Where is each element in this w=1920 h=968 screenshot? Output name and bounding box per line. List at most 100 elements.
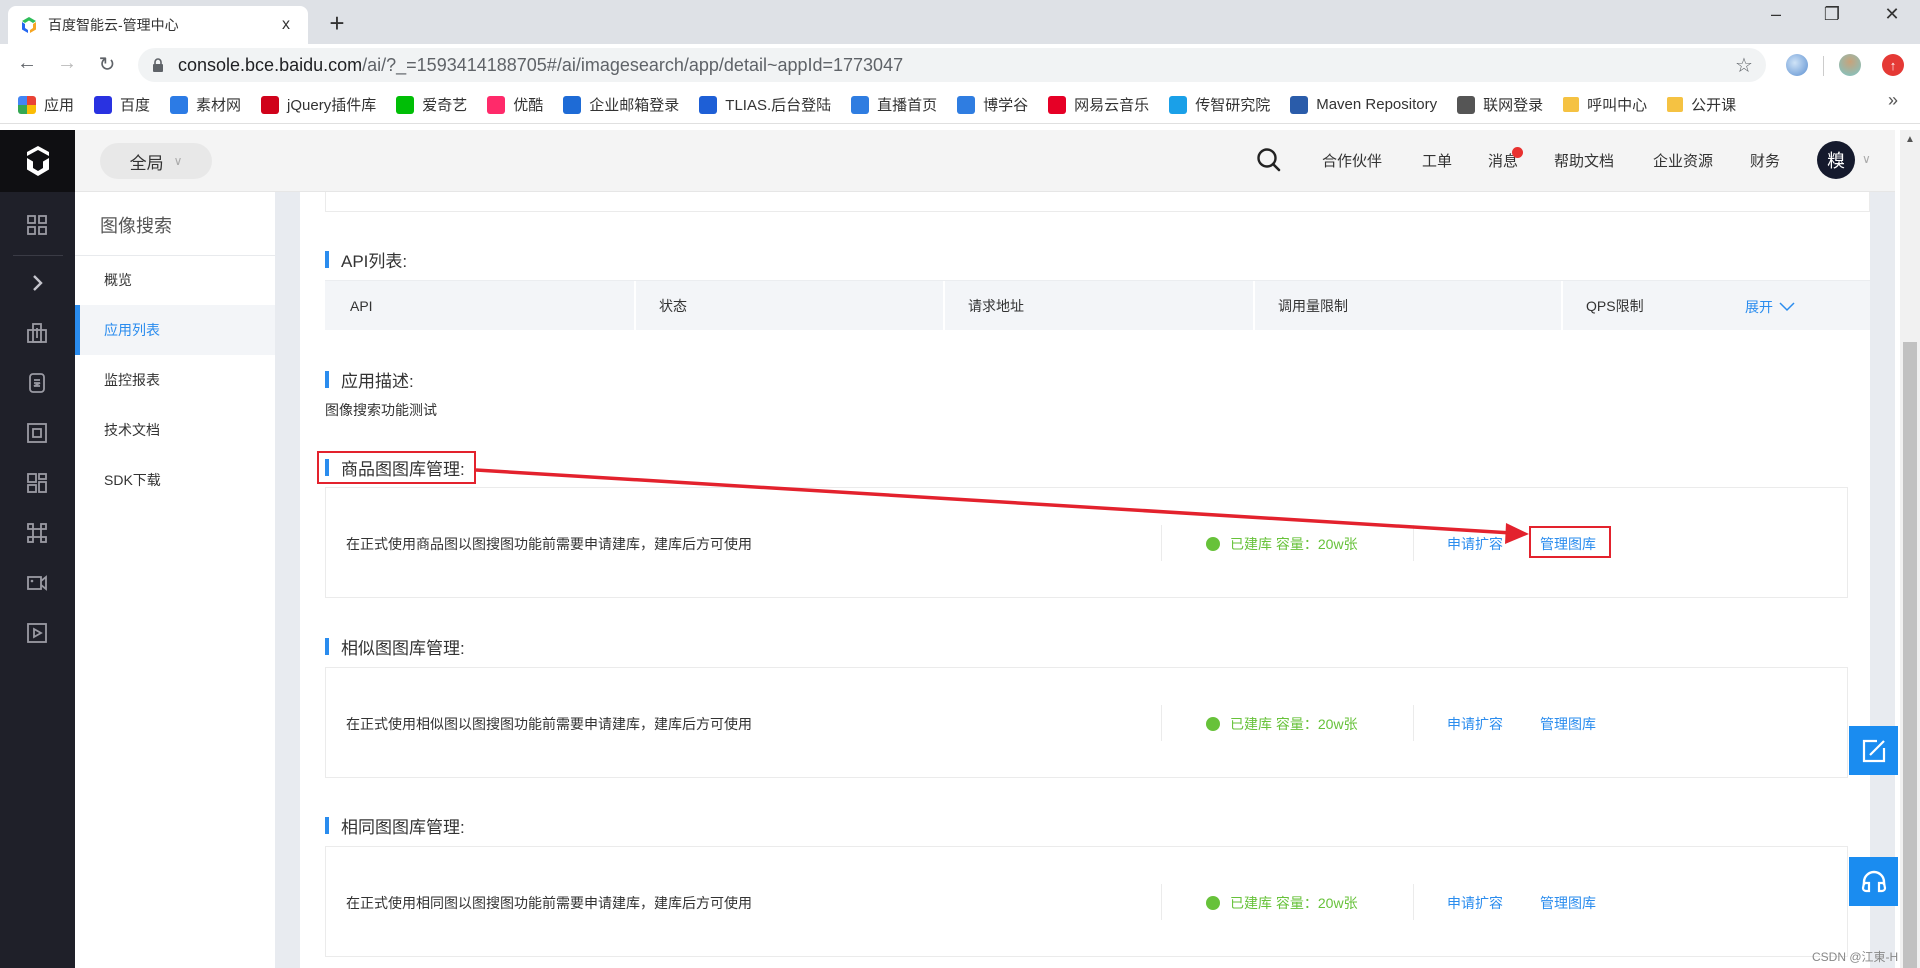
bookmark-item[interactable]: 传智研究院 [1169,94,1270,115]
bookmark-label: jQuery插件库 [287,97,377,114]
restore-button[interactable]: ❐ [1812,4,1852,25]
apply-expansion-link[interactable]: 申请扩容 [1447,714,1503,734]
extension-icon[interactable] [1786,54,1808,76]
bookmark-item[interactable]: 素材网 [170,94,241,115]
subnav-item-tech-docs[interactable]: 技术文档 [75,405,275,455]
nav-help-docs[interactable]: 帮助文档 [1554,150,1614,171]
bookmark-item[interactable]: 网易云音乐 [1048,94,1149,115]
apply-expansion-link[interactable]: 申请扩容 [1447,893,1503,913]
close-window-button[interactable]: ✕ [1872,4,1912,25]
similar-library-title-text: 相似图图库管理: [341,639,465,658]
database-icon[interactable] [26,372,48,394]
apply-expansion-link[interactable]: 申请扩容 [1447,534,1503,554]
product-library-card: 在正式使用商品图以图搜图功能前需要申请建库，建库后方可使用 已建库 容量：20w… [325,487,1848,598]
feedback-button[interactable] [1849,726,1898,775]
command-icon[interactable] [26,522,48,544]
bookmark-item[interactable]: 直播首页 [851,94,937,115]
customer-service-button[interactable] [1849,857,1898,906]
bookmark-item[interactable]: 百度 [94,94,150,115]
bookmark-item[interactable]: 爱奇艺 [396,94,467,115]
subnav-item-overview[interactable]: 概览 [75,255,275,305]
new-tab-button[interactable]: + [322,8,352,39]
similar-library-title: 相似图图库管理: [325,634,465,659]
toolbar-divider [1823,56,1824,76]
forward-arrow-icon[interactable]: → [54,52,80,75]
bookmark-item[interactable]: jQuery插件库 [261,94,376,115]
scope-label: 全局 [129,153,164,173]
app-description: 图像搜索功能测试 [325,402,437,418]
play-box-icon[interactable] [26,622,48,644]
description-section-title-text: 应用描述: [341,372,414,391]
library-status: 已建库 容量：20w张 [1230,895,1358,911]
bookmark-item[interactable]: 优酷 [487,94,543,115]
subnav-item-monitoring[interactable]: 监控报表 [75,355,275,405]
bookmark-item[interactable]: Maven Repository [1290,95,1437,114]
bookmark-label: 素材网 [196,97,242,114]
status-dot-icon [1206,537,1220,551]
api-section-title-text: API列表: [341,252,408,271]
manage-library-link[interactable]: 管理图库 [1540,714,1596,734]
chevron-down-icon[interactable]: ∨ [1862,152,1871,166]
manage-library-link[interactable]: 管理图库 [1540,893,1596,913]
url-host: console.bce.baidu.com [178,54,363,75]
url-input[interactable]: console.bce.baidu.com/ai/?_=159341418870… [138,48,1766,82]
bookmark-label: 传智研究院 [1195,97,1271,114]
scrollbar-thumb[interactable] [1903,342,1917,968]
nav-enterprise-resources[interactable]: 企业资源 [1653,150,1713,171]
video-camera-icon[interactable] [26,572,48,594]
dashboard-grid-icon[interactable] [26,214,48,236]
subnav-item-app-list[interactable]: 应用列表 [75,305,275,355]
page-scrollbar[interactable]: ▲ [1900,130,1920,968]
baidu-paw-icon [94,95,113,114]
back-arrow-icon[interactable]: ← [14,52,40,75]
browser-tab[interactable]: 百度智能云-管理中心 x [8,6,308,44]
bookmark-label: 爱奇艺 [422,97,468,114]
search-icon[interactable] [1256,147,1282,173]
apps-grid-icon [18,95,36,114]
column-qps-limit: QPS限制 [1586,298,1644,314]
bookmark-item[interactable]: 应用 [18,94,74,115]
baidu-cloud-favicon [22,17,36,33]
iqiyi-icon [396,95,415,114]
layout-blocks-icon[interactable] [26,472,48,494]
bookmark-item[interactable]: TLIAS.后台登陆 [699,94,831,115]
bookmarks-bar: 应用 百度 素材网 jQuery插件库 爱奇艺 优酷 企业邮箱登录 TLIAS.后台登陆 直播首… [0,86,1920,124]
edit-icon [1862,739,1885,762]
bookmark-item[interactable]: 联网登录 [1457,94,1543,115]
bookmarks-overflow-button[interactable]: » [1888,90,1898,111]
sucai-icon [170,95,189,114]
bookmark-item[interactable]: 公开课 [1667,94,1736,115]
user-avatar[interactable]: 糗 [1817,141,1855,179]
bookmark-label: 网易云音乐 [1074,97,1150,114]
subnav-item-sdk-download[interactable]: SDK下载 [75,455,275,505]
bookmark-label: 博学谷 [983,97,1029,114]
bookmark-star-icon[interactable]: ☆ [1735,53,1753,78]
bookmark-item[interactable]: 博学谷 [957,94,1028,115]
annotation-box-manage [1529,526,1611,558]
nav-tickets[interactable]: 工单 [1422,150,1452,171]
expand-chevron-icon[interactable] [26,272,48,294]
nav-finance[interactable]: 财务 [1750,150,1780,171]
scope-selector[interactable]: 全局 ∨ [100,143,212,179]
similar-library-card: 在正式使用相似图以图搜图功能前需要申请建库，建库后方可使用 已建库 容量：20w… [325,667,1848,778]
service-subnav: 图像搜索 概览 应用列表 监控报表 技术文档 SDK下载 [75,192,275,968]
nav-partners[interactable]: 合作伙伴 [1322,150,1382,171]
card-divider [1413,705,1414,741]
baidu-cloud-logo[interactable] [0,130,75,192]
update-arrow-icon[interactable]: ↑ [1882,54,1904,76]
section-marker [325,638,329,655]
scan-frame-icon[interactable] [26,422,48,444]
column-status: 状态 [659,298,687,314]
tab-close-button[interactable]: x [276,16,296,34]
folder-icon [1563,97,1580,112]
bookmark-item[interactable]: 企业邮箱登录 [563,94,679,115]
minimize-button[interactable]: – [1756,4,1796,25]
profile-avatar-icon[interactable] [1839,54,1861,76]
expand-button[interactable]: 展开 [1745,297,1795,317]
card-divider [1161,705,1162,741]
column-api: API [350,298,373,314]
scroll-up-arrow-icon[interactable]: ▲ [1905,134,1915,145]
bookmark-item[interactable]: 呼叫中心 [1563,94,1647,115]
reload-icon[interactable]: ↻ [94,52,120,77]
building-icon[interactable] [26,322,48,344]
